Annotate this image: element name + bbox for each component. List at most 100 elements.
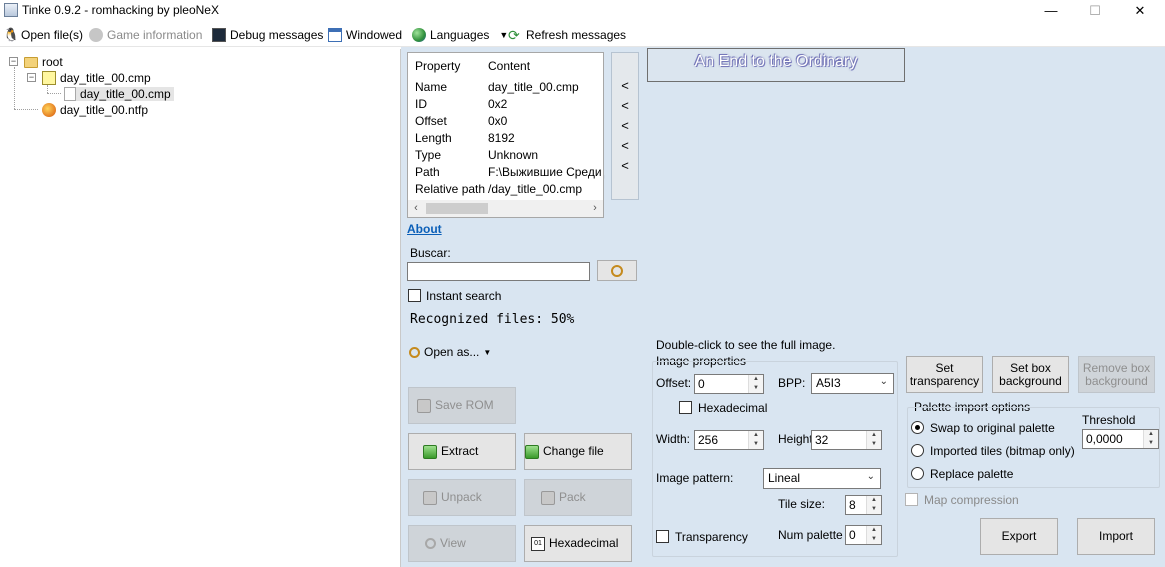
pack-button[interactable]: Pack <box>524 479 632 516</box>
tile-size-spin-buttons[interactable]: ▲ ▼ <box>866 496 881 514</box>
scrollbar-thumb[interactable] <box>426 203 488 214</box>
tile-size-stepper[interactable]: 8 ▲ ▼ <box>845 495 882 515</box>
hexadecimal-label: Hexadecimal <box>698 401 768 415</box>
tree-connector <box>14 67 15 109</box>
folder-icon <box>24 56 38 68</box>
transparency-checkbox[interactable] <box>656 530 669 543</box>
property-row[interactable]: Relative path/day_title_00.cmp <box>415 182 605 199</box>
instant-search-label: Instant search <box>426 289 502 303</box>
image-pattern-select[interactable]: Lineal ⌄ <box>763 468 881 489</box>
search-input[interactable] <box>407 262 590 281</box>
scroll-right-icon[interactable]: › <box>587 201 603 216</box>
threshold-spin-buttons[interactable]: ▲ ▼ <box>1143 430 1158 448</box>
swap-palette-label: Swap to original palette <box>930 421 1055 435</box>
hex-editor-icon: 01 <box>531 536 545 551</box>
extract-button[interactable]: Extract <box>408 433 516 470</box>
tile-size-label: Tile size: <box>778 497 825 511</box>
threshold-label: Threshold <box>1082 413 1136 427</box>
set-transparency-button[interactable]: Set transparency <box>906 356 983 393</box>
about-link[interactable]: About <box>407 222 442 236</box>
tree-node-cmp[interactable]: day_title_00.cmp <box>42 71 151 85</box>
hexadecimal-checkbox[interactable] <box>679 401 692 414</box>
num-palette-spin-buttons[interactable]: ▲ ▼ <box>866 526 881 544</box>
file-icon <box>64 87 76 101</box>
set-box-background-button[interactable]: Set box background <box>992 356 1069 393</box>
replace-palette-label: Replace palette <box>930 467 1014 481</box>
title-bar: Tinke 0.9.2 - romhacking by pleoNeX — ☐ … <box>0 0 1165 22</box>
export-button[interactable]: Export <box>980 518 1058 555</box>
windowed-button[interactable]: Windowed <box>328 26 402 44</box>
import-button[interactable]: Import <box>1077 518 1155 555</box>
threshold-stepper[interactable]: 0,0000 ▲ ▼ <box>1082 429 1159 449</box>
remove-box-background-button[interactable]: Remove box background <box>1078 356 1155 393</box>
game-information-button[interactable]: Game information <box>89 26 202 44</box>
refresh-messages-button[interactable]: ⟳ Refresh messages <box>508 26 626 44</box>
imported-tiles-label: Imported tiles (bitmap only) <box>930 444 1075 458</box>
height-stepper[interactable]: 32 ▲ ▼ <box>811 430 882 450</box>
info-icon <box>89 28 103 42</box>
width-spin-buttons[interactable]: ▲ ▼ <box>748 431 763 449</box>
property-row[interactable]: Name day_title_00.cmp <box>415 80 605 97</box>
replace-palette-radio[interactable] <box>911 467 924 480</box>
swap-palette-radio[interactable] <box>911 421 924 434</box>
save-rom-button[interactable]: Save ROM <box>408 387 516 424</box>
search-button[interactable] <box>597 260 637 281</box>
collapse-root-toggle[interactable]: − <box>9 57 18 66</box>
debug-messages-button[interactable]: Debug messages <box>212 26 323 44</box>
property-row[interactable]: Offset 0x0 <box>415 114 605 131</box>
width-stepper[interactable]: 256 ▲ ▼ <box>694 430 764 450</box>
hexadecimal-button[interactable]: 01 Hexadecimal <box>524 525 632 562</box>
scroll-left-icon[interactable]: ‹ <box>408 201 424 216</box>
back-arrow-button[interactable]: < <box>612 97 638 115</box>
map-compression-label: Map compression <box>924 493 1019 507</box>
magnifier-icon <box>425 538 436 549</box>
map-compression-checkbox[interactable] <box>905 493 918 506</box>
image-preview-text: An End to the Ordinary <box>694 53 858 70</box>
collapse-cmp-toggle[interactable]: − <box>27 73 36 82</box>
languages-dropdown[interactable]: Languages ▼ <box>412 26 508 44</box>
property-row[interactable]: Type Unknown <box>415 148 605 165</box>
back-arrow-button[interactable]: < <box>612 137 638 155</box>
horizontal-scrollbar[interactable]: ‹ › <box>408 200 603 217</box>
console-icon <box>212 28 226 42</box>
tree-connector <box>14 109 38 110</box>
tree-node-root[interactable]: root <box>24 55 63 69</box>
property-row[interactable]: ID 0x2 <box>415 97 605 114</box>
tree-node-ntfp[interactable]: day_title_00.ntfp <box>42 103 148 117</box>
num-palette-stepper[interactable]: 0 ▲ ▼ <box>845 525 882 545</box>
instant-search-checkbox[interactable] <box>408 289 421 302</box>
back-arrow-button[interactable]: < <box>612 157 638 175</box>
compressed-file-icon <box>42 71 56 85</box>
palette-file-icon <box>42 103 56 117</box>
property-grid: Property Content Name day_title_00.cmp ID… <box>407 52 605 218</box>
tree-node-cmp-child[interactable]: day_title_00.cmp <box>64 87 174 101</box>
back-arrow-button[interactable]: < <box>612 117 638 135</box>
num-palette-label: Num palette <box>778 528 843 542</box>
chevron-down-icon: ⌄ <box>879 376 888 387</box>
height-spin-buttons[interactable]: ▲ ▼ <box>866 431 881 449</box>
offset-spin-buttons[interactable]: ▲ ▼ <box>748 375 763 393</box>
width-label: Width: <box>656 432 691 446</box>
close-button[interactable]: ✕ <box>1117 0 1163 22</box>
image-preview[interactable]: An End to the Ordinary <box>647 48 905 82</box>
main-panel: Property Content Name day_title_00.cmp ID… <box>401 47 1165 567</box>
unpack-icon <box>423 490 437 505</box>
change-file-icon <box>525 444 539 459</box>
property-row[interactable]: Path F:\Выжившие Среди Д <box>415 165 605 182</box>
history-arrow-column: < < < < < <box>611 52 639 200</box>
change-file-button[interactable]: Change file <box>524 433 632 470</box>
bpp-select[interactable]: A5I3 ⌄ <box>811 373 894 394</box>
open-files-button[interactable]: 🐧 Open file(s) <box>3 26 83 44</box>
back-arrow-button[interactable]: < <box>612 77 638 95</box>
globe-icon <box>412 28 426 42</box>
minimize-button[interactable]: — <box>1028 0 1074 22</box>
refresh-icon: ⟳ <box>508 27 520 43</box>
unpack-button[interactable]: Unpack <box>408 479 516 516</box>
offset-stepper[interactable]: 0 ▲ ▼ <box>694 374 764 394</box>
view-button[interactable]: View <box>408 525 516 562</box>
imported-tiles-radio[interactable] <box>911 444 924 457</box>
search-label: Buscar: <box>410 246 451 260</box>
open-as-dropdown[interactable]: Open as... ▼ <box>409 345 491 359</box>
property-row[interactable]: Length 8192 <box>415 131 605 148</box>
maximize-button[interactable]: ☐ <box>1072 0 1118 22</box>
